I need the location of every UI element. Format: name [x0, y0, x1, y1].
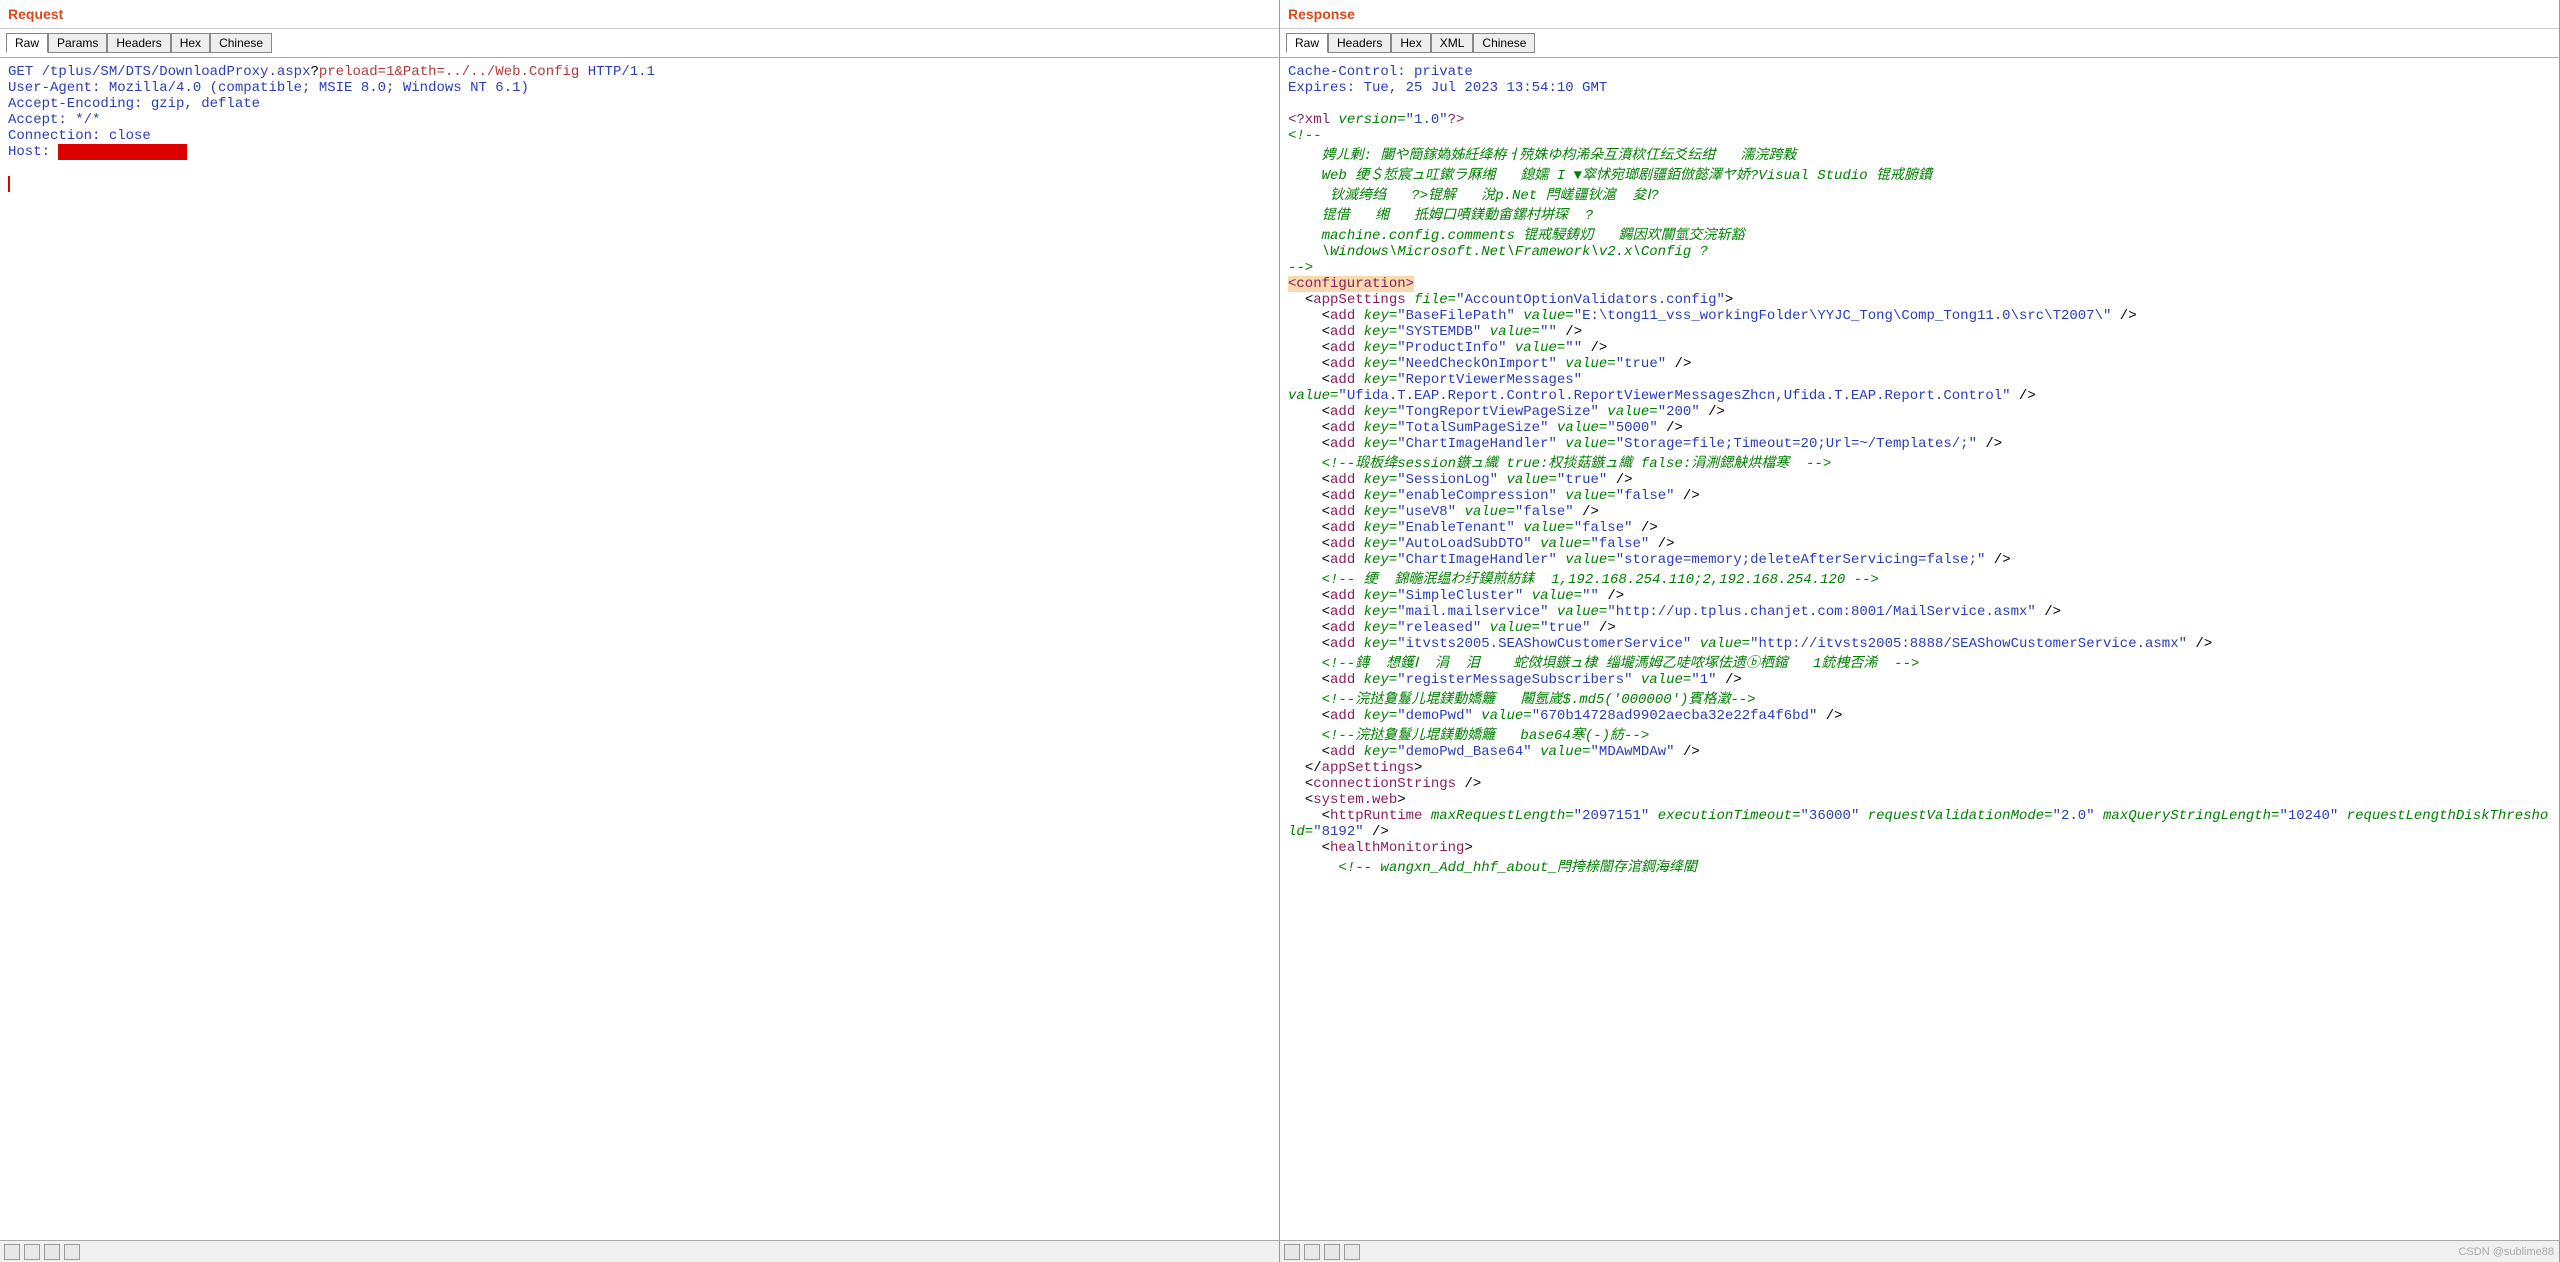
hdr-cc: Cache-Control: private: [1288, 64, 1473, 80]
connstr: connectionStrings: [1313, 776, 1456, 792]
req-version: HTTP/1.1: [588, 64, 655, 80]
cmt-4: machine.config.comments 锟戒駸鋳灱 鐊因欢闤氫交浣斩豁: [1288, 228, 1744, 244]
response-title: Response: [1280, 0, 2559, 29]
rvm-va: value=: [1288, 388, 1338, 404]
hdr-accept: Accept: */*: [8, 112, 100, 128]
r-bottom-btn-2[interactable]: [1304, 1244, 1320, 1260]
hdr-exp: Expires: Tue, 25 Jul 2023 13:54:10 GMT: [1288, 80, 1607, 96]
cmt-close: -->: [1288, 260, 1313, 276]
hdr-host-label: Host:: [8, 144, 58, 160]
hdr-host-value: [58, 144, 186, 160]
tab-headers-r[interactable]: Headers: [1328, 33, 1391, 53]
watermark: CSDN @sublime88: [2458, 1246, 2554, 1258]
request-panel: Request Raw Params Headers Hex Chinese G…: [0, 0, 1280, 1262]
rvm-v: "Ufida.T.EAP.Report.Control.ReportViewer…: [1338, 388, 2010, 404]
cmt-2: 钬滅绔绉 ?>锟解 涗p.Net 閂嵯疆钬滬 夋Ⅰ?: [1288, 188, 1676, 204]
cmt-session: <!--瑖板绛session鏃ュ織 true:权掞菇鏃ュ織 false:涓渆鍶觖…: [1322, 456, 1832, 472]
tab-chinese-r[interactable]: Chinese: [1473, 33, 1535, 53]
appset-fa: file=: [1414, 292, 1456, 308]
httprt: httpRuntime: [1330, 808, 1422, 824]
hdr-conn: Connection: close: [8, 128, 151, 144]
hdr-ae: Accept-Encoding: gzip, deflate: [8, 96, 260, 112]
req-method: GET: [8, 64, 33, 80]
appset-open: appSettings: [1313, 292, 1405, 308]
request-bottom-bar: [0, 1240, 1279, 1262]
healthmon: healthMonitoring: [1330, 840, 1464, 856]
cmt-0: 娉ㄦ剰: 闄や簡鎵媯姊紝绛栫ㅓ殑姝ゆ枃浠朵互濆栨仜纭爻纭绀 濡浣跨敤: [1288, 148, 1797, 164]
sysweb: system.web: [1313, 792, 1397, 808]
bottom-btn-3[interactable]: [44, 1244, 60, 1260]
bottom-btn-2[interactable]: [24, 1244, 40, 1260]
response-tabs: Raw Headers Hex XML Chinese: [1280, 29, 2559, 58]
cmt-open: <!--: [1288, 128, 1322, 144]
response-bottom-bar: [1280, 1240, 2559, 1262]
cmt-cluster: <!-- 绠 錦暆泯缊わ纡鏌煎紡銇 1,192.168.254.110;2,19…: [1322, 572, 1879, 588]
tab-chinese[interactable]: Chinese: [210, 33, 272, 53]
cmt-register: <!--鏄 想鑊Ⅰ 涓 泪 蛇傚垻鏃ュ棣 缁壠溤姆乙唗哝塚佉遗ⓑ栖鏥 1銃栧否浠…: [1322, 656, 1920, 672]
cmt-3: 锟借 缃 抵姆口嘖鎂動畲鏍村垪琛 ?: [1288, 208, 1593, 224]
r-bottom-btn-4[interactable]: [1344, 1244, 1360, 1260]
bottom-btn-1[interactable]: [4, 1244, 20, 1260]
tab-raw-r[interactable]: Raw: [1286, 33, 1328, 53]
tab-hex[interactable]: Hex: [171, 33, 210, 53]
bottom-btn-4[interactable]: [64, 1244, 80, 1260]
tab-raw[interactable]: Raw: [6, 33, 48, 53]
request-content[interactable]: GET /tplus/SM/DTS/DownloadProxy.aspx?pre…: [0, 58, 1279, 1240]
tab-params[interactable]: Params: [48, 33, 107, 53]
req-path: /tplus/SM/DTS/DownloadProxy.aspx: [42, 64, 311, 80]
hdr-ua: User-Agent: Mozilla/4.0 (compatible; MSI…: [8, 80, 529, 96]
request-tabs: Raw Params Headers Hex Chinese: [0, 29, 1279, 58]
appset-close: appSettings: [1322, 760, 1414, 776]
tab-hex-r[interactable]: Hex: [1391, 33, 1430, 53]
cfg-tag: <configuration>: [1288, 276, 1414, 292]
xml-decl-ver: "1.0": [1406, 112, 1448, 128]
cmt-demo1: <!--浣挞敻鬘儿堒鎂動嬌籬 闂氬嵗$.md5('000000')賓格澂-->: [1322, 692, 1756, 708]
req-query: preload=1&Path=../../Web.Config: [319, 64, 579, 80]
cmt-1: Web 绠＄悊宸ュ叿鏉ラ厤缃 鎴嬬 I ▼窣怵宛瑯剧疆銆倣懿澤ヤ娇?Visual…: [1288, 168, 1932, 184]
r-bottom-btn-1[interactable]: [1284, 1244, 1300, 1260]
request-title: Request: [0, 0, 1279, 29]
cmt-demo2: <!--浣挞敻鬘儿堒鎂動嬌籬 base64寒(-)紡-->: [1322, 728, 1650, 744]
xml-decl-close: ?>: [1448, 112, 1465, 128]
response-panel: Response Raw Headers Hex XML Chinese Cac…: [1280, 0, 2560, 1262]
appset-fv: "AccountOptionValidators.config": [1456, 292, 1725, 308]
response-content[interactable]: Cache-Control: private Expires: Tue, 25 …: [1280, 58, 2559, 1240]
tab-xml-r[interactable]: XML: [1431, 33, 1474, 53]
cursor: [8, 176, 10, 192]
r-bottom-btn-3[interactable]: [1324, 1244, 1340, 1260]
xml-decl-ver-a: version=: [1338, 112, 1405, 128]
tab-headers[interactable]: Headers: [107, 33, 170, 53]
xml-decl-open: <?xml: [1288, 112, 1330, 128]
cmt-wangxn: <!-- wangxn_Add_hhf_about_閂挎榇闓存涫鋼海绛閵: [1338, 860, 1696, 876]
cmt-5: \Windows\Microsoft.Net\Framework\v2.x\Co…: [1288, 244, 1708, 260]
